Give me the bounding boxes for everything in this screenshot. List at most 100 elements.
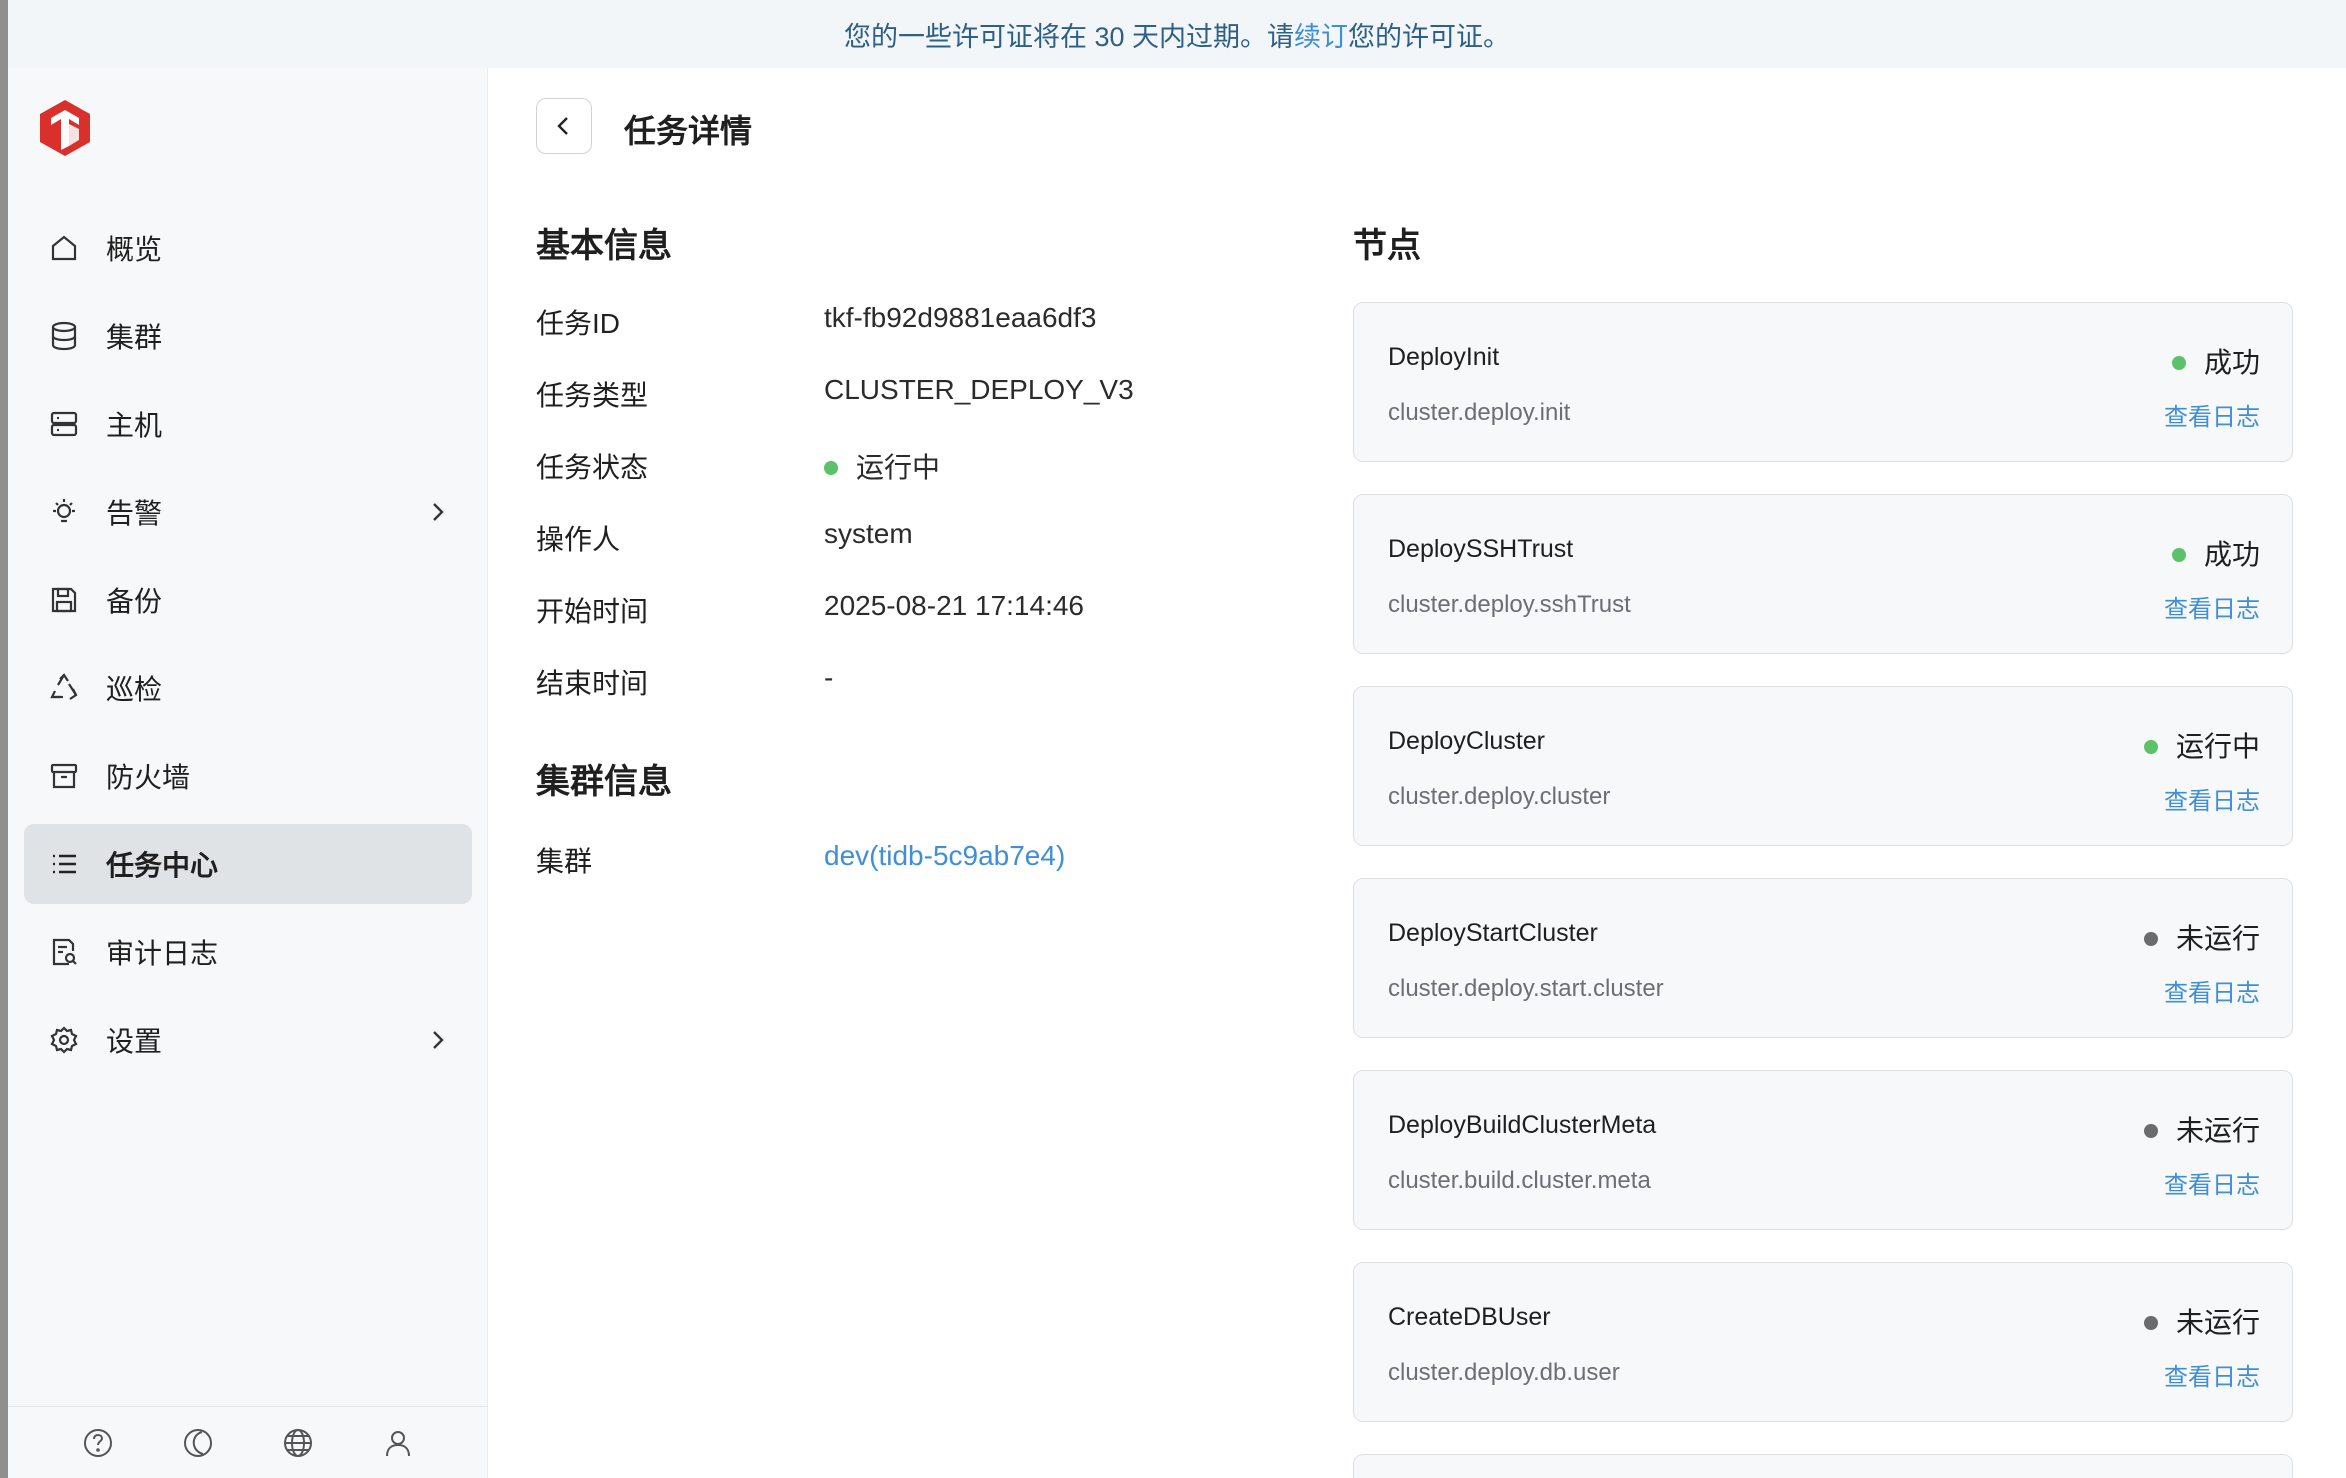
chevron-left-icon (557, 117, 568, 135)
globe-icon[interactable] (281, 1426, 315, 1460)
sidebar-item-task-center[interactable]: 任务中心 (24, 824, 472, 904)
sidebar-item-label: 巡检 (106, 674, 163, 705)
task-status-label: 任务状态 (536, 452, 649, 483)
sidebar-footer (8, 1406, 488, 1478)
basic-info-title: 基本信息 (536, 227, 672, 265)
nodes-title: 节点 (1353, 227, 1421, 265)
node-card: CreateDBUser cluster.deploy.db.user 未运行 … (1353, 1262, 2293, 1422)
sidebar: 概览 集群 主机 告警 备份 巡检 防火墙 任务中心 审计日志 设置 (8, 68, 488, 1478)
archive-icon (48, 760, 80, 792)
save-icon (48, 584, 80, 616)
node-status: 成功 (2171, 533, 2260, 573)
node-name: CreateDBUser (1388, 1303, 1551, 1331)
cluster-info-title: 集群信息 (536, 763, 672, 801)
database-icon (48, 320, 80, 352)
node-status-text: 未运行 (2175, 1115, 2260, 1146)
audit-icon (48, 936, 80, 968)
home-icon (48, 232, 80, 264)
operator-label: 操作人 (536, 524, 621, 555)
status-dot (2171, 547, 2186, 562)
node-status-text: 运行中 (2175, 731, 2260, 762)
help-icon[interactable] (81, 1426, 115, 1460)
main-content: 任务详情 基本信息 任务ID tkf-fb92d9881eaa6df3 任务类型… (489, 68, 2346, 1478)
banner-text-before: 您的一些许可证将在 30 天内过期。请 (843, 21, 1295, 52)
window-edge (0, 0, 8, 1478)
task-id-value: tkf-fb92d9881eaa6df3 (824, 302, 1097, 333)
page-title: 任务详情 (624, 113, 753, 149)
node-key: cluster.build.cluster.meta (1388, 1167, 1651, 1194)
node-key: cluster.deploy.db.user (1388, 1359, 1620, 1386)
cluster-link[interactable]: dev(tidb-5c9ab7e4) (824, 840, 1065, 872)
view-log-link[interactable]: 查看日志 (2164, 589, 2260, 624)
status-dot (2143, 931, 2158, 946)
tidb-logo[interactable] (38, 98, 92, 158)
sidebar-item-settings[interactable]: 设置 (24, 1000, 472, 1080)
sidebar-item-overview[interactable]: 概览 (24, 208, 472, 288)
end-time-value: - (824, 662, 834, 693)
view-log-link[interactable]: 查看日志 (2164, 1357, 2260, 1392)
sidebar-item-label: 任务中心 (106, 850, 219, 881)
node-name: DeploySSHTrust (1388, 535, 1574, 563)
chevron-right-icon (433, 503, 444, 521)
sidebar-item-inspection[interactable]: 巡检 (24, 648, 472, 728)
sidebar-item-label: 集群 (106, 322, 163, 353)
theme-icon[interactable] (181, 1426, 215, 1460)
sidebar-item-label: 主机 (106, 410, 163, 441)
user-icon[interactable] (381, 1426, 415, 1460)
node-status: 未运行 (2143, 1301, 2260, 1341)
node-card: DeploySSHTrust cluster.deploy.sshTrust 成… (1353, 494, 2293, 654)
node-name: DeployBuildClusterMeta (1388, 1111, 1657, 1139)
cluster-label: 集群 (536, 846, 593, 877)
sidebar-item-alerts[interactable]: 告警 (24, 472, 472, 552)
node-name: DeployStartCluster (1388, 919, 1598, 947)
task-status-value: 运行中 (824, 446, 940, 486)
end-time-label: 结束时间 (536, 668, 649, 699)
node-key: cluster.deploy.cluster (1388, 783, 1611, 810)
node-key: cluster.deploy.init (1388, 399, 1571, 426)
start-time-label: 开始时间 (536, 596, 649, 627)
view-log-link[interactable]: 查看日志 (2164, 1165, 2260, 1200)
banner-text-after: 您的许可证。 (1348, 21, 1511, 52)
bulb-icon (48, 496, 80, 528)
node-key: cluster.deploy.start.cluster (1388, 975, 1664, 1002)
sidebar-item-label: 告警 (106, 498, 163, 529)
sidebar-item-label: 审计日志 (106, 938, 219, 969)
view-log-link[interactable]: 查看日志 (2164, 781, 2260, 816)
sidebar-item-hosts[interactable]: 主机 (24, 384, 472, 464)
list-icon (48, 848, 80, 880)
chevron-right-icon (433, 1031, 444, 1049)
license-banner: 您的一些许可证将在 30 天内过期。请 续订 您的许可证。 (8, 0, 2346, 68)
start-time-value: 2025-08-21 17:14:46 (824, 590, 1084, 621)
node-card-partial (1353, 1454, 2293, 1478)
sidebar-item-label: 备份 (106, 586, 163, 617)
node-status-text: 成功 (2203, 539, 2260, 570)
node-status-text: 未运行 (2175, 923, 2260, 954)
sidebar-item-label: 概览 (106, 234, 163, 265)
node-status: 未运行 (2143, 1109, 2260, 1149)
status-dot (2143, 739, 2158, 754)
sidebar-nav: 概览 集群 主机 告警 备份 巡检 防火墙 任务中心 审计日志 设置 (24, 208, 472, 1088)
node-key: cluster.deploy.sshTrust (1388, 591, 1631, 618)
operator-value: system (824, 518, 913, 549)
node-card: DeployInit cluster.deploy.init 成功 查看日志 (1353, 302, 2293, 462)
node-name: DeployCluster (1388, 727, 1546, 755)
back-button[interactable] (536, 98, 592, 154)
view-log-link[interactable]: 查看日志 (2164, 397, 2260, 432)
view-log-link[interactable]: 查看日志 (2164, 973, 2260, 1008)
node-card: DeployBuildClusterMeta cluster.build.clu… (1353, 1070, 2293, 1230)
status-dot (2171, 355, 2186, 370)
sidebar-item-clusters[interactable]: 集群 (24, 296, 472, 376)
sidebar-item-label: 防火墙 (106, 762, 191, 793)
renew-link[interactable]: 续订 (1294, 15, 1348, 54)
sidebar-item-firewall[interactable]: 防火墙 (24, 736, 472, 816)
task-status-text: 运行中 (856, 452, 941, 483)
node-card: DeployStartCluster cluster.deploy.start.… (1353, 878, 2293, 1038)
sidebar-item-audit-log[interactable]: 审计日志 (24, 912, 472, 992)
recycle-icon (48, 672, 80, 704)
sidebar-item-label: 设置 (106, 1026, 163, 1057)
status-dot (824, 460, 838, 475)
node-status-text: 成功 (2203, 347, 2260, 378)
task-type-label: 任务类型 (536, 380, 649, 411)
status-dot (2143, 1123, 2158, 1138)
sidebar-item-backup[interactable]: 备份 (24, 560, 472, 640)
